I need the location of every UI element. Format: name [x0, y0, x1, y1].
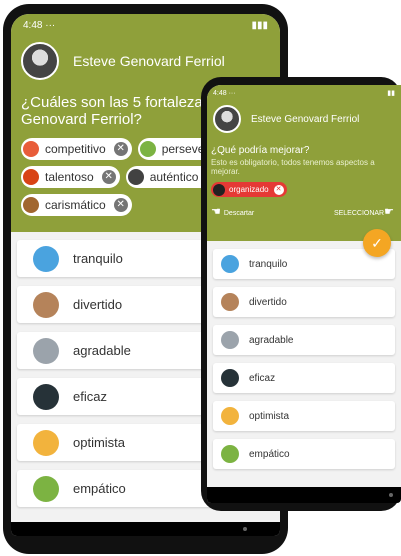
status-dots: ··· — [45, 19, 56, 31]
penguin-icon — [33, 383, 59, 410]
list-item-label: tranquilo — [73, 251, 123, 266]
whale-icon — [221, 255, 239, 273]
status-time: 4:48 — [213, 89, 227, 97]
list-item-label: agradable — [73, 343, 131, 358]
list-item[interactable]: optimista — [213, 401, 395, 431]
giraffe-icon — [33, 429, 59, 456]
select-action[interactable]: SELECCIONAR☛ — [334, 205, 397, 218]
turtle-icon — [33, 475, 59, 502]
turtle-icon — [221, 445, 239, 463]
profile-name: Esteve Genovard Ferriol — [251, 113, 360, 125]
swipe-left-icon: ☚ — [211, 206, 221, 218]
hint-line: Esto es obligatorio, todos tenemos aspec… — [211, 158, 375, 167]
status-time: 4:48 — [23, 19, 43, 31]
status-dots: ··· — [228, 89, 236, 97]
whale-icon — [33, 245, 59, 272]
confirm-button[interactable]: ✓ — [363, 229, 391, 257]
list-item[interactable]: agradable — [213, 325, 395, 355]
list-item-label: empático — [249, 448, 290, 460]
chip-label: organizado — [229, 185, 269, 194]
profile-row: Esteve Genovard Ferriol — [207, 101, 401, 137]
profile-name: Esteve Genovard Ferriol — [73, 53, 225, 69]
list-item-label: agradable — [249, 334, 294, 346]
front-screen: 4:48 ··· ▮▮ Esteve Genovard Ferriol ¿Qué… — [207, 85, 401, 503]
remove-chip-icon[interactable]: ✕ — [113, 142, 128, 156]
list-item[interactable]: divertido — [213, 287, 395, 317]
list-item[interactable]: eficaz — [213, 363, 395, 393]
list-item-label: divertido — [73, 297, 123, 312]
rooster-icon — [23, 141, 39, 157]
selected-chips: organizado ✕ — [207, 176, 401, 203]
swipe-right-icon: ☛ — [384, 206, 394, 218]
list-item-label: eficaz — [249, 372, 276, 384]
avatar — [21, 42, 59, 80]
check-icon: ✓ — [371, 235, 383, 251]
koala-icon — [33, 337, 59, 364]
panda-icon — [127, 169, 144, 185]
penguin-icon — [221, 369, 239, 387]
select-label: SELECCIONAR — [333, 210, 385, 217]
avatar — [213, 105, 241, 133]
question-title: ¿Qué podría mejorar? — [211, 145, 310, 156]
rooster-icon — [23, 169, 39, 185]
question-hint: Esto es obligatorio, todos tenemos aspec… — [207, 158, 401, 176]
list-item-label: optimista — [249, 410, 290, 422]
battery-icon: ▮▮ — [387, 90, 395, 97]
options-list: tranquilo divertido agradable eficaz opt… — [207, 241, 401, 485]
remove-chip-icon[interactable]: ✕ — [273, 184, 284, 195]
ant-icon — [213, 183, 225, 196]
monkey-icon — [33, 291, 59, 318]
remove-chip-icon[interactable]: ✕ — [101, 170, 116, 184]
chip[interactable]: competitivo ✕ — [21, 138, 132, 160]
chip[interactable]: organizado ✕ — [211, 182, 287, 197]
discard-action[interactable]: ☚ Descartar — [211, 205, 254, 218]
monkey-icon — [221, 293, 239, 311]
list-item-label: optimista — [73, 435, 126, 450]
swipe-actions: ☚ Descartar SELECCIONAR☛ — [207, 203, 401, 220]
status-bar: 4:48 ··· ▮▮▮ — [11, 14, 280, 36]
list-item-label: empático — [73, 481, 126, 496]
list-item-label: tranquilo — [249, 258, 288, 270]
home-dot-icon[interactable] — [389, 493, 393, 497]
front-header: 4:48 ··· ▮▮ Esteve Genovard Ferriol ¿Qué… — [207, 85, 401, 241]
chip-label: competitivo — [45, 142, 106, 156]
owl-icon — [139, 141, 156, 157]
list-item[interactable]: empático — [213, 439, 395, 469]
giraffe-icon — [221, 407, 239, 425]
chip-label: auténtico — [149, 170, 199, 184]
list-item-label: divertido — [249, 296, 287, 308]
list-item-label: eficaz — [73, 389, 107, 404]
nav-bar — [11, 522, 280, 536]
chip-label: talentoso — [45, 170, 94, 184]
koala-icon — [221, 331, 239, 349]
home-dot-icon[interactable] — [243, 527, 247, 531]
hint-line: mejorar. — [211, 167, 240, 176]
chip[interactable]: talentoso ✕ — [21, 166, 120, 188]
status-bar: 4:48 ··· ▮▮ — [207, 85, 401, 101]
nav-bar — [207, 487, 401, 503]
front-phone: 4:48 ··· ▮▮ Esteve Genovard Ferriol ¿Qué… — [201, 77, 401, 511]
discard-label: Descartar — [223, 210, 255, 217]
lion-icon — [23, 197, 39, 213]
chip-label: carismático — [45, 198, 106, 212]
battery-icon: ▮▮▮ — [251, 19, 268, 31]
chip[interactable]: carismático ✕ — [21, 194, 132, 216]
remove-chip-icon[interactable]: ✕ — [113, 198, 128, 212]
